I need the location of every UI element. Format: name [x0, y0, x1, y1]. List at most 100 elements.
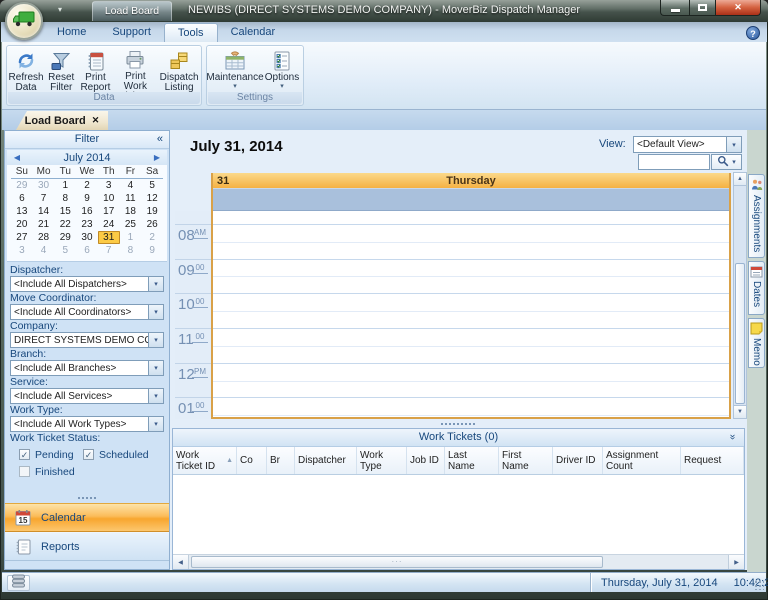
service-select[interactable]: <Include All Services>▾: [10, 388, 164, 404]
collapse-panel-down-icon[interactable]: »: [727, 434, 737, 440]
scrollbar-thumb[interactable]: [735, 263, 745, 404]
reset-filter-button[interactable]: Reset Filter: [44, 47, 78, 94]
filter-panel-header[interactable]: Filter «: [5, 131, 169, 149]
tab-home[interactable]: Home: [44, 22, 99, 42]
minimize-button[interactable]: [660, 0, 689, 16]
tab-tools[interactable]: Tools: [164, 23, 218, 42]
calendar-day[interactable]: 3: [98, 179, 120, 192]
maximize-button[interactable]: [689, 0, 716, 16]
tab-calendar[interactable]: Calendar: [218, 22, 289, 42]
schedule-hour-row[interactable]: [213, 294, 729, 329]
calendar-day[interactable]: 15: [54, 205, 76, 218]
calendar-day[interactable]: 1: [120, 231, 142, 244]
work-tickets-header[interactable]: Work Tickets (0) »: [173, 429, 744, 447]
search-button[interactable]: ▾: [711, 154, 742, 170]
nav-calendar[interactable]: 15Calendar: [5, 503, 169, 532]
column-header-br[interactable]: Br: [267, 447, 295, 474]
calendar-day[interactable]: 2: [141, 231, 163, 244]
calendar-day[interactable]: 20: [11, 218, 33, 231]
column-header-dispatcher[interactable]: Dispatcher: [295, 447, 357, 474]
dropdown-arrow-icon[interactable]: ▾: [148, 361, 163, 375]
dropdown-arrow-icon[interactable]: ▾: [726, 137, 741, 152]
close-tab-icon[interactable]: ✕: [92, 115, 100, 126]
calendar-day[interactable]: 28: [33, 231, 55, 244]
application-button[interactable]: [5, 2, 43, 40]
side-tab-dates[interactable]: Dates: [748, 261, 765, 315]
column-header-request[interactable]: Request: [681, 447, 744, 474]
tickets-horizontal-scrollbar[interactable]: ◀ ··· ▶: [173, 554, 744, 569]
calendar-day[interactable]: 2: [76, 179, 98, 192]
finished-checkbox[interactable]: Finished: [19, 463, 83, 480]
schedule-hour-row[interactable]: [213, 364, 729, 399]
column-header-job-id[interactable]: Job ID: [407, 447, 445, 474]
schedule-hour-row[interactable]: [213, 260, 729, 295]
calendar-day[interactable]: 29: [54, 231, 76, 244]
schedule-hour-row[interactable]: [213, 225, 729, 260]
calendar-day[interactable]: 8: [54, 192, 76, 205]
calendar-day[interactable]: 23: [76, 218, 98, 231]
calendar-day[interactable]: 26: [141, 218, 163, 231]
calendar-day[interactable]: 21: [33, 218, 55, 231]
calendar-day[interactable]: 27: [11, 231, 33, 244]
dropdown-arrow-icon[interactable]: ▾: [148, 417, 163, 431]
options-button[interactable]: Options▾: [262, 47, 302, 94]
calendar-day[interactable]: 7: [33, 192, 55, 205]
dropdown-arrow-icon[interactable]: ▾: [148, 389, 163, 403]
side-tab-assignments[interactable]: Assignments: [748, 174, 765, 258]
column-header-driver-id[interactable]: Driver ID: [553, 447, 603, 474]
calendar-day[interactable]: 14: [33, 205, 55, 218]
calendar-day[interactable]: 22: [54, 218, 76, 231]
column-header-first-name[interactable]: First Name: [499, 447, 553, 474]
collapse-panel-icon[interactable]: «: [157, 131, 163, 148]
scroll-right-icon[interactable]: ▶: [728, 555, 744, 569]
sidebar-splitter[interactable]: [5, 495, 169, 501]
schedule-vertical-scrollbar[interactable]: ▲ ▼: [733, 172, 747, 419]
calendar-day[interactable]: 4: [120, 179, 142, 192]
maintenance-button[interactable]: Maintenance▾: [208, 47, 262, 94]
calendar-day[interactable]: 1: [54, 179, 76, 192]
scrollbar-thumb[interactable]: ···: [191, 556, 603, 568]
dropdown-arrow-icon[interactable]: ▾: [148, 305, 163, 319]
calendar-day[interactable]: 16: [76, 205, 98, 218]
calendar-day[interactable]: 5: [54, 244, 76, 257]
refresh-data-button[interactable]: Refresh Data: [8, 47, 44, 94]
quick-access-caret-icon[interactable]: ▾: [58, 5, 62, 14]
schedule-hour-row[interactable]: [213, 329, 729, 364]
calendar-day[interactable]: 12: [141, 192, 163, 205]
title-bar[interactable]: ▾ Load Board NEWIBS (DIRECT SYSTEMS DEMO…: [0, 0, 768, 22]
calendar-day[interactable]: 3: [11, 244, 33, 257]
calendar-day[interactable]: 9: [76, 192, 98, 205]
dispatcher-select[interactable]: <Include All Dispatchers>▾: [10, 276, 164, 292]
calendar-day[interactable]: 6: [76, 244, 98, 257]
calendar-day[interactable]: 25: [120, 218, 142, 231]
dropdown-arrow-icon[interactable]: ▾: [148, 333, 163, 347]
print-work-tickets-button[interactable]: Print Work Tickets: [113, 47, 159, 94]
calendar-day[interactable]: 29: [11, 179, 33, 192]
previous-month-icon[interactable]: ◀: [7, 153, 27, 162]
tab-support[interactable]: Support: [99, 22, 164, 42]
move-coordinator-select[interactable]: <Include All Coordinators>▾: [10, 304, 164, 320]
calendar-day[interactable]: 6: [11, 192, 33, 205]
calendar-day[interactable]: 4: [33, 244, 55, 257]
scroll-left-icon[interactable]: ◀: [173, 555, 189, 569]
work-type-select[interactable]: <Include All Work Types>▾: [10, 416, 164, 432]
column-header-assignment-count[interactable]: Assignment Count: [603, 447, 681, 474]
calendar-day[interactable]: 9: [141, 244, 163, 257]
calendar-day[interactable]: 17: [98, 205, 120, 218]
calendar-day[interactable]: 13: [11, 205, 33, 218]
view-select[interactable]: <Default View> ▾: [633, 136, 742, 153]
document-tab-load-board[interactable]: Load Board ✕: [16, 111, 108, 130]
column-header-work-ticket-id[interactable]: Work Ticket ID▲: [173, 447, 237, 474]
calendar-day[interactable]: 30: [76, 231, 98, 244]
resize-grip[interactable]: [753, 579, 764, 590]
scheduled-checkbox[interactable]: ✓Scheduled: [83, 446, 169, 463]
column-header-last-name[interactable]: Last Name: [445, 447, 499, 474]
column-header-work-type[interactable]: Work Type: [357, 447, 407, 474]
scroll-down-icon[interactable]: ▼: [734, 405, 746, 418]
print-report-button[interactable]: Print Report: [78, 47, 112, 94]
database-status-button[interactable]: [7, 575, 30, 591]
calendar-day[interactable]: 10: [98, 192, 120, 205]
schedule-tickets-splitter[interactable]: [170, 421, 745, 427]
calendar-day[interactable]: 5: [141, 179, 163, 192]
calendar-day[interactable]: 11: [120, 192, 142, 205]
